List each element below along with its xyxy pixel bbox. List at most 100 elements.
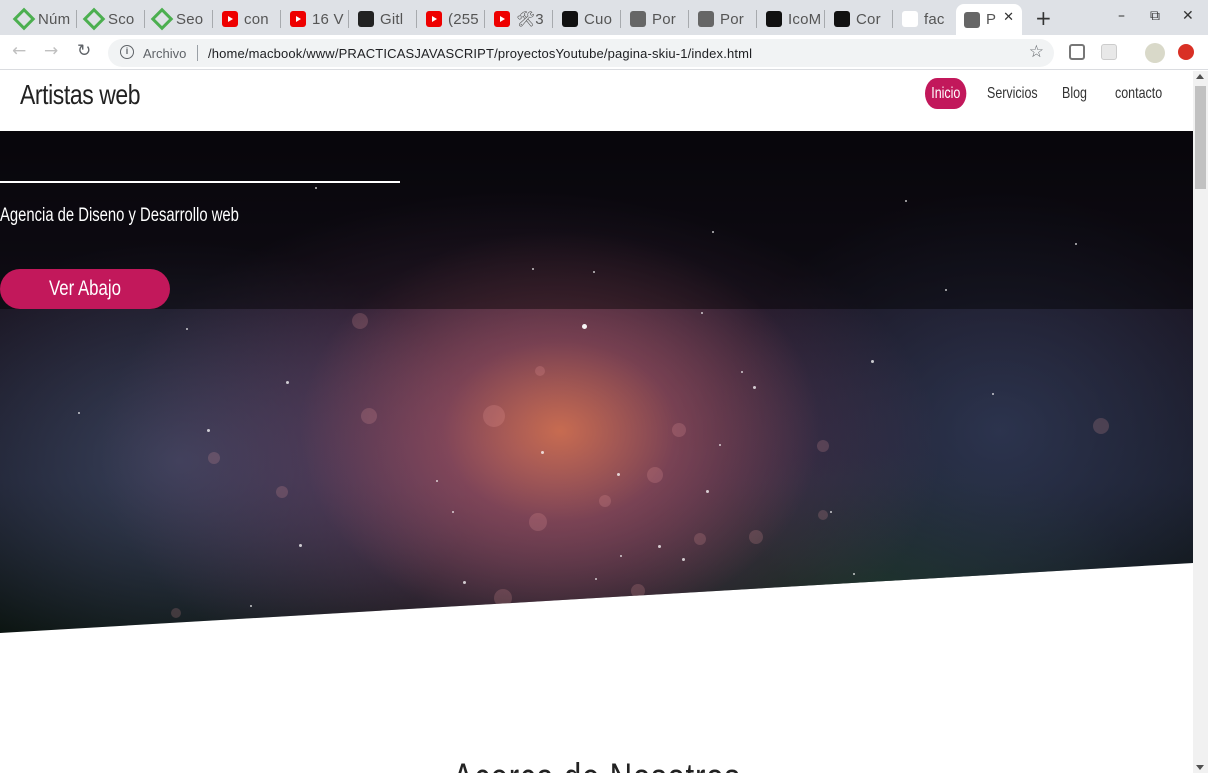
address-bar[interactable]: i Archivo /home/macbook/www/PRACTICASJAV…	[108, 39, 1054, 67]
site-brand[interactable]: Artistas web	[20, 79, 141, 111]
bokeh-light	[818, 510, 828, 520]
browser-tab[interactable]: IcoM	[758, 5, 822, 33]
globe-icon	[964, 11, 980, 28]
bokeh-light	[361, 408, 377, 424]
youtube-icon	[290, 11, 306, 27]
scroll-down-arrow-icon[interactable]	[1196, 765, 1204, 770]
tab-separator	[756, 10, 757, 28]
bokeh-light	[276, 486, 288, 498]
tab-title: IcoM	[788, 10, 822, 28]
browser-tab-active[interactable]: P ✕	[956, 4, 1022, 35]
bokeh-light	[694, 533, 706, 545]
tab-separator	[620, 10, 621, 28]
tab-title: (255	[448, 10, 479, 28]
star-dot	[582, 324, 587, 329]
bokeh-light	[647, 467, 663, 483]
bokeh-light	[1093, 418, 1109, 434]
page-scrollbar[interactable]	[1193, 71, 1208, 773]
star-dot	[286, 381, 289, 384]
nav-blog[interactable]: Blog	[1062, 78, 1087, 109]
tab-title: Por	[720, 10, 744, 28]
star-dot	[541, 451, 544, 454]
bokeh-light	[352, 313, 368, 329]
browser-tab[interactable]: con	[214, 5, 278, 33]
tab-separator	[892, 10, 893, 28]
tab-separator	[688, 10, 689, 28]
scrollbar-thumb[interactable]	[1195, 86, 1206, 189]
close-tab-icon[interactable]: ✕	[1003, 10, 1014, 25]
tab-title: Sco	[108, 10, 135, 28]
hero-tagline: Agencia de Diseno y Desarrollo web	[0, 205, 239, 226]
star-dot	[701, 312, 703, 314]
tab-title: Cor	[856, 10, 881, 28]
github-icon	[358, 11, 374, 27]
tab-separator	[552, 10, 553, 28]
cast-extension-icon[interactable]	[1069, 44, 1085, 60]
back-arrow-icon[interactable]: ←	[12, 41, 26, 61]
browser-tab[interactable]: G fac	[894, 5, 956, 33]
page-viewport: Artistas web Inicio Servicios Blog conta…	[0, 71, 1193, 773]
browser-tab[interactable]: Cuo	[554, 5, 618, 33]
star-dot	[186, 328, 188, 330]
star-dot	[250, 605, 252, 607]
browser-tab[interactable]: Gitl	[350, 5, 414, 33]
green-diamond-icon	[154, 11, 170, 27]
star-dot	[620, 555, 622, 557]
star-dot	[532, 268, 534, 270]
extension-icon[interactable]	[1101, 44, 1117, 60]
bokeh-light	[480, 612, 494, 626]
bokeh-light	[599, 495, 611, 507]
star-dot	[207, 429, 210, 432]
ver-abajo-button[interactable]: Ver Abajo	[0, 269, 170, 309]
browser-tab[interactable]: Por	[622, 5, 686, 33]
bookmark-star-icon[interactable]: ☆	[1029, 42, 1044, 62]
star-dot	[853, 573, 855, 575]
tab-separator	[484, 10, 485, 28]
scroll-up-arrow-icon[interactable]	[1196, 74, 1204, 79]
star-dot	[753, 386, 756, 389]
tab-title: Por	[652, 10, 676, 28]
address-divider	[197, 45, 198, 61]
star-dot	[315, 187, 317, 189]
star-dot	[595, 578, 597, 580]
url-text[interactable]: /home/macbook/www/PRACTICASJAVASCRIPT/pr…	[208, 46, 752, 61]
reload-icon[interactable]: ↻	[77, 41, 91, 61]
browser-tab-strip: Núm Sco Seo con 16 V Gitl (255 🛠3 Cuo Po…	[0, 0, 1208, 35]
star-dot	[905, 200, 907, 202]
star-dot	[830, 511, 832, 513]
browser-tab[interactable]: Por	[690, 5, 754, 33]
green-diamond-icon	[16, 11, 32, 27]
youtube-icon	[426, 11, 442, 27]
close-window-icon[interactable]: ✕	[1182, 8, 1194, 24]
new-tab-button[interactable]: +	[1035, 6, 1052, 30]
browser-tab[interactable]: Núm	[8, 5, 72, 33]
nav-contacto[interactable]: contacto	[1115, 78, 1162, 109]
tab-title: 16 V	[312, 10, 344, 28]
star-dot	[741, 371, 743, 373]
section-title-text: Acerca de Nosotros	[452, 756, 740, 773]
browser-tab[interactable]: Sco	[78, 5, 142, 33]
browser-tab[interactable]: (255	[418, 5, 482, 33]
browser-tab[interactable]: Cor	[826, 5, 890, 33]
browser-tab[interactable]: Seo	[146, 5, 210, 33]
browser-tab[interactable]: 16 V	[282, 5, 346, 33]
update-icon[interactable]	[1178, 44, 1194, 60]
browser-tab[interactable]: 🛠3	[486, 5, 550, 33]
tab-title: Gitl	[380, 10, 404, 28]
restore-icon[interactable]: ⧉	[1150, 8, 1160, 24]
star-dot	[1075, 243, 1077, 245]
cta-label: Ver Abajo	[49, 277, 121, 300]
nav-inicio[interactable]: Inicio	[925, 78, 967, 109]
minimize-icon[interactable]: –	[1118, 8, 1125, 24]
forward-arrow-icon[interactable]: →	[44, 41, 58, 61]
tab-separator	[348, 10, 349, 28]
info-icon[interactable]: i	[120, 45, 134, 59]
tab-title: con	[244, 10, 269, 28]
tab-title: Cuo	[584, 10, 613, 28]
profile-avatar[interactable]	[1145, 43, 1165, 63]
bokeh-light	[494, 589, 512, 607]
site-header: Artistas web Inicio Servicios Blog conta…	[0, 71, 1193, 131]
hero-divider-line	[0, 181, 400, 183]
nav-servicios[interactable]: Servicios	[987, 78, 1038, 109]
browser-toolbar: ← → ↻ i Archivo /home/macbook/www/PRACTI…	[0, 35, 1208, 70]
